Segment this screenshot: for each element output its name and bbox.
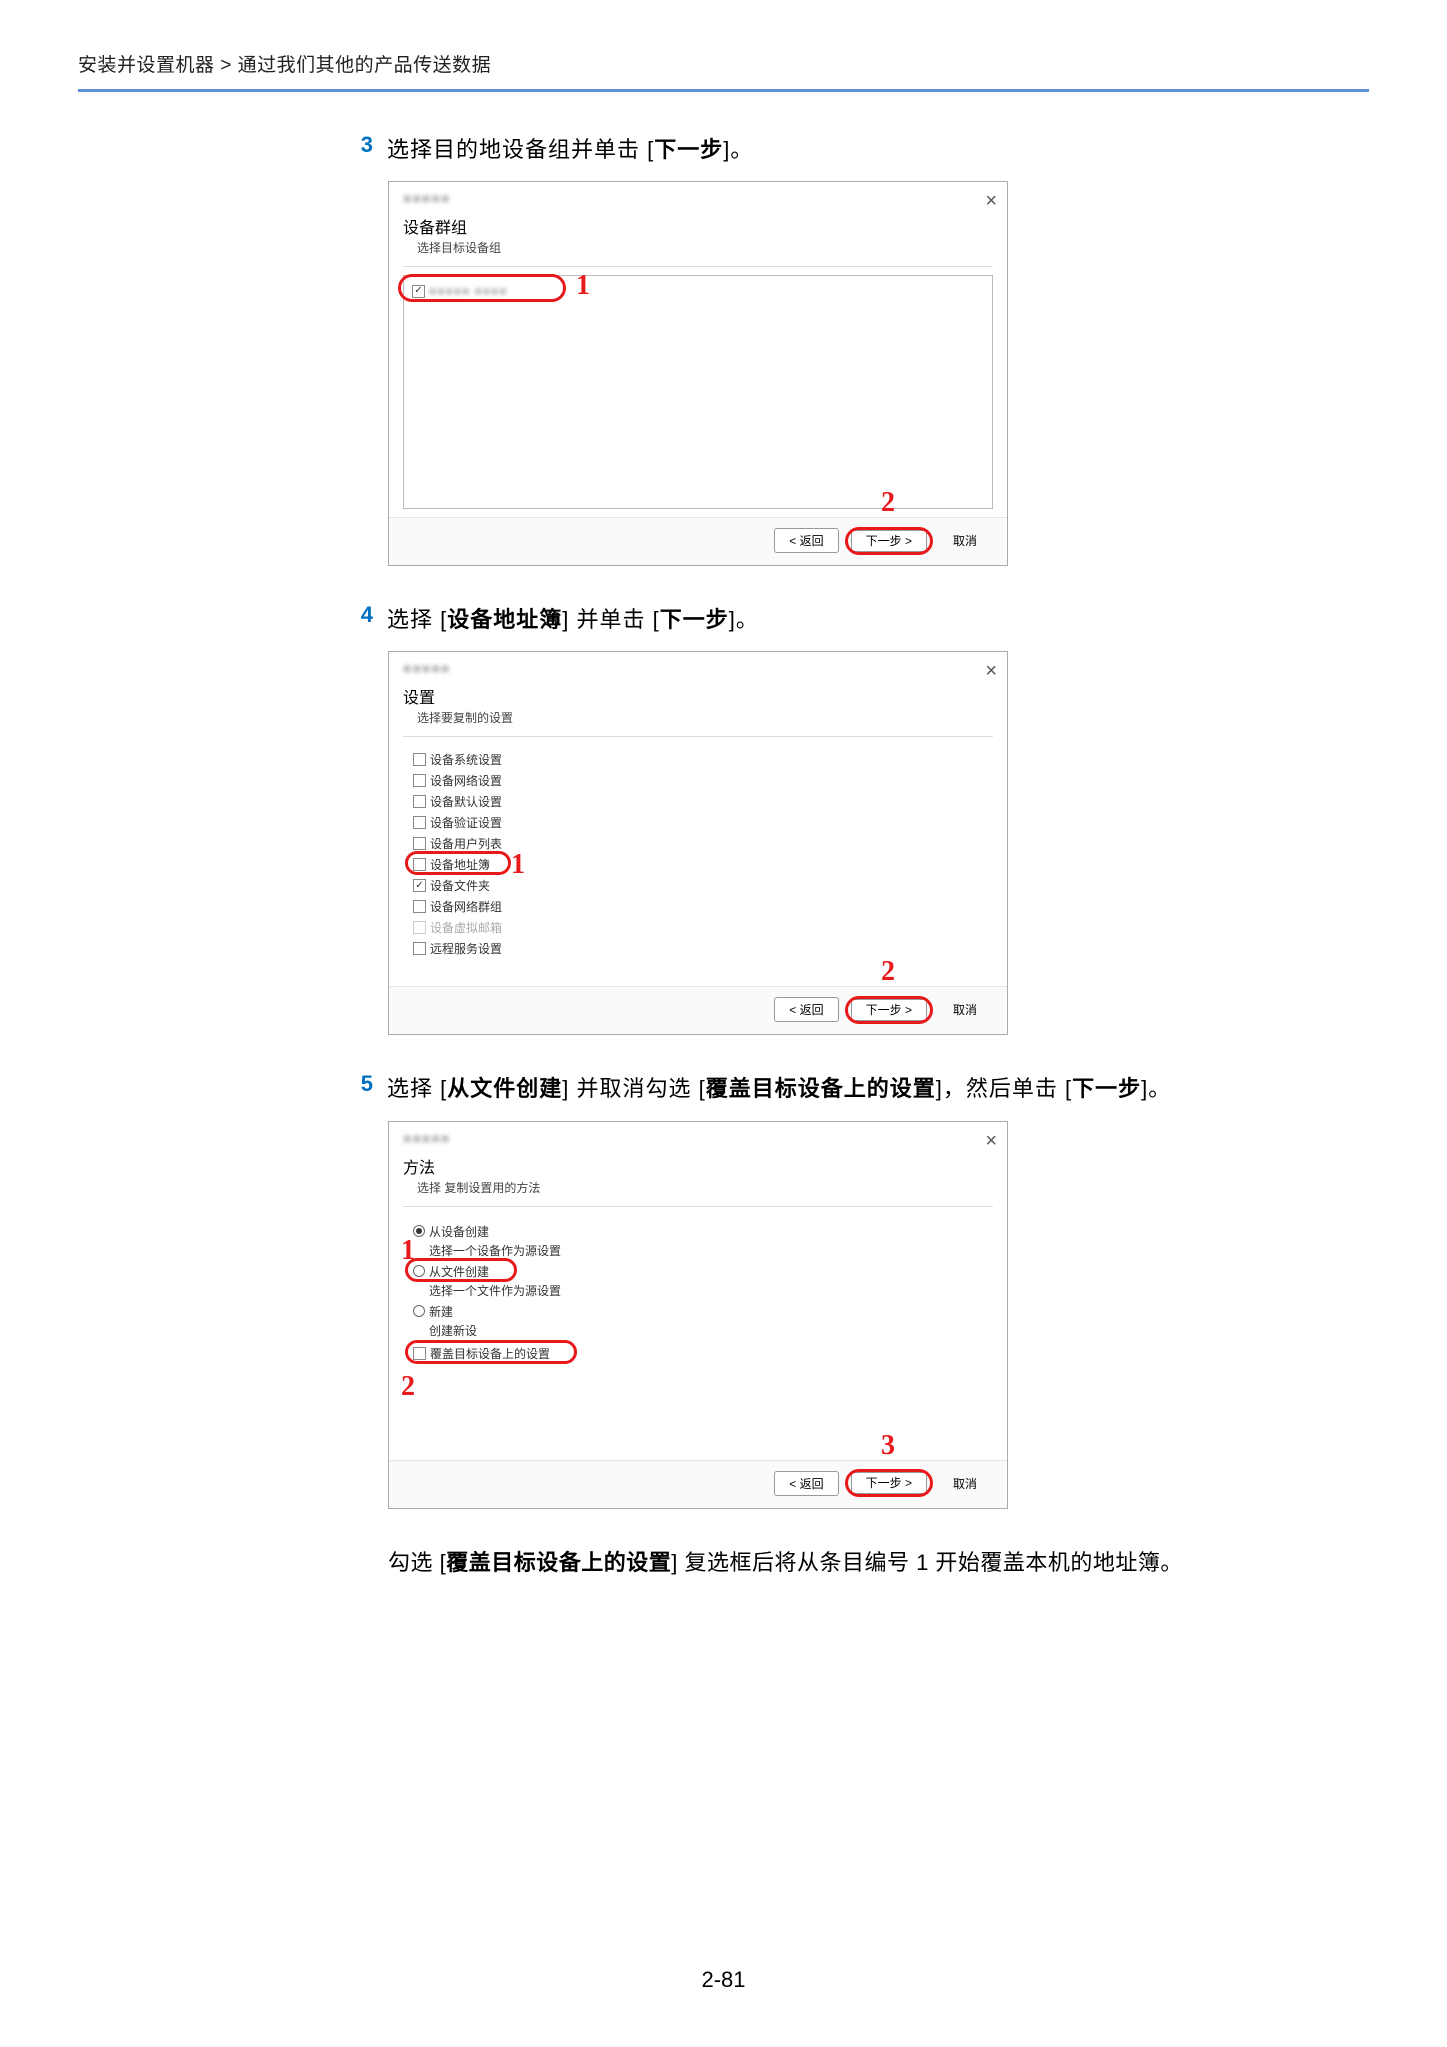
opt-auth[interactable]: 设备验证设置 bbox=[411, 812, 985, 833]
checkbox-icon[interactable] bbox=[413, 795, 426, 808]
step-3-bold: 下一步 bbox=[654, 137, 723, 162]
fig3-heading: 方法 bbox=[389, 1152, 1007, 1178]
callout-1: 1 bbox=[511, 849, 525, 881]
radio-icon[interactable] bbox=[413, 1305, 425, 1317]
figure-device-group: ■■■■■ × 设备群组 选择目标设备组 ■■■■■ ■■■■ 1 2 < 返回… bbox=[388, 181, 1008, 566]
fig1-footer: < 返回 下一步 > 取消 bbox=[389, 517, 1007, 565]
radio-new[interactable]: 新建 bbox=[411, 1301, 985, 1322]
step-5-number: 5 bbox=[343, 1071, 387, 1106]
dialog-title-blur: ■■■■■ bbox=[403, 1130, 450, 1146]
checkbox-icon bbox=[413, 921, 426, 934]
footnote: 勾选 [覆盖目标设备上的设置] 复选框后将从条目编号 1 开始覆盖本机的地址簿。 bbox=[388, 1545, 1369, 1580]
back-button[interactable]: < 返回 bbox=[774, 997, 838, 1022]
close-icon[interactable]: × bbox=[985, 190, 997, 213]
checkbox-icon[interactable] bbox=[413, 837, 426, 850]
back-button[interactable]: < 返回 bbox=[774, 1471, 838, 1496]
radio-new-sub: 创建新设 bbox=[411, 1322, 985, 1339]
header-rule bbox=[78, 89, 1369, 92]
step-3-prefix: 选择目的地设备组并单击 [ bbox=[387, 137, 654, 162]
back-button[interactable]: < 返回 bbox=[774, 528, 838, 553]
step-3-suffix: ]。 bbox=[723, 137, 753, 162]
breadcrumb: 安装并设置机器 > 通过我们其他的产品传送数据 bbox=[78, 50, 1369, 77]
step-5: 5 选择 [从文件创建] 并取消勾选 [覆盖目标设备上的设置]，然后单击 [下一… bbox=[343, 1071, 1369, 1106]
opt-folder[interactable]: 设备文件夹 bbox=[411, 875, 985, 896]
dialog-title-blur: ■■■■■ bbox=[403, 190, 450, 206]
callout-3: 3 bbox=[881, 1430, 895, 1462]
step-4-text: 选择 [设备地址簿] 并单击 [下一步]。 bbox=[387, 602, 759, 637]
step-3: 3 选择目的地设备组并单击 [下一步]。 bbox=[343, 132, 1369, 167]
callout-2: 2 bbox=[881, 956, 895, 988]
opt-network[interactable]: 设备网络设置 bbox=[411, 770, 985, 791]
checkbox-icon[interactable] bbox=[413, 879, 426, 892]
figure-method: ■■■■■ × 方法 选择 复制设置用的方法 从设备创建 选择一个设备作为源设置… bbox=[388, 1121, 1008, 1509]
fig3-footer: < 返回 下一步 > 取消 bbox=[389, 1460, 1007, 1508]
page-number: 2-81 bbox=[0, 1967, 1447, 1993]
cancel-button[interactable]: 取消 bbox=[939, 529, 991, 552]
step-5-text: 选择 [从文件创建] 并取消勾选 [覆盖目标设备上的设置]，然后单击 [下一步]… bbox=[387, 1071, 1171, 1106]
opt-netgroup[interactable]: 设备网络群组 bbox=[411, 896, 985, 917]
dialog-title-blur: ■■■■■ bbox=[403, 660, 450, 676]
radio-from-device[interactable]: 从设备创建 bbox=[411, 1221, 985, 1242]
close-icon[interactable]: × bbox=[985, 1130, 997, 1153]
radio-from-device-sub: 选择一个设备作为源设置 bbox=[411, 1242, 985, 1259]
fig3-body: 从设备创建 选择一个设备作为源设置 从文件创建 选择一个文件作为源设置 新建 创… bbox=[403, 1215, 993, 1452]
callout-1: 1 bbox=[576, 270, 590, 302]
fig3-subheading: 选择 复制设置用的方法 bbox=[389, 1178, 1007, 1204]
fig2-body: 设备系统设置 设备网络设置 设备默认设置 设备验证设置 设备用户列表 设备地址簿… bbox=[403, 745, 993, 978]
cancel-button[interactable]: 取消 bbox=[939, 998, 991, 1021]
checkbox-icon[interactable] bbox=[413, 753, 426, 766]
callout-1: 1 bbox=[401, 1235, 415, 1267]
figure-settings: ■■■■■ × 设置 选择要复制的设置 设备系统设置 设备网络设置 设备默认设置… bbox=[388, 651, 1008, 1035]
fig1-heading: 设备群组 bbox=[389, 212, 1007, 238]
fig1-subheading: 选择目标设备组 bbox=[389, 238, 1007, 264]
callout-2: 2 bbox=[881, 487, 895, 519]
step-3-text: 选择目的地设备组并单击 [下一步]。 bbox=[387, 132, 753, 167]
fig2-subheading: 选择要复制的设置 bbox=[389, 708, 1007, 734]
step-4: 4 选择 [设备地址簿] 并单击 [下一步]。 bbox=[343, 602, 1369, 637]
close-icon[interactable]: × bbox=[985, 660, 997, 683]
cancel-button[interactable]: 取消 bbox=[939, 1472, 991, 1495]
callout-2: 2 bbox=[401, 1371, 415, 1403]
radio-from-file-sub: 选择一个文件作为源设置 bbox=[411, 1282, 985, 1299]
opt-remote[interactable]: 远程服务设置 bbox=[411, 938, 985, 959]
opt-system[interactable]: 设备系统设置 bbox=[411, 749, 985, 770]
step-3-number: 3 bbox=[343, 132, 387, 167]
checkbox-icon[interactable] bbox=[413, 942, 426, 955]
radio-from-file[interactable]: 从文件创建 bbox=[411, 1261, 985, 1282]
opt-default[interactable]: 设备默认设置 bbox=[411, 791, 985, 812]
checkbox-icon[interactable] bbox=[413, 774, 426, 787]
fig1-body: ■■■■■ ■■■■ 1 bbox=[403, 275, 993, 509]
opt-virtualmail: 设备虚拟邮箱 bbox=[411, 917, 985, 938]
fig2-footer: < 返回 下一步 > 取消 bbox=[389, 986, 1007, 1034]
fig2-heading: 设置 bbox=[389, 682, 1007, 708]
opt-addressbook[interactable]: 设备地址簿 bbox=[411, 854, 985, 875]
checkbox-overwrite[interactable]: 覆盖目标设备上的设置 bbox=[411, 1343, 985, 1364]
checkbox-icon[interactable] bbox=[413, 900, 426, 913]
checkbox-icon[interactable] bbox=[413, 816, 426, 829]
step-4-number: 4 bbox=[343, 602, 387, 637]
